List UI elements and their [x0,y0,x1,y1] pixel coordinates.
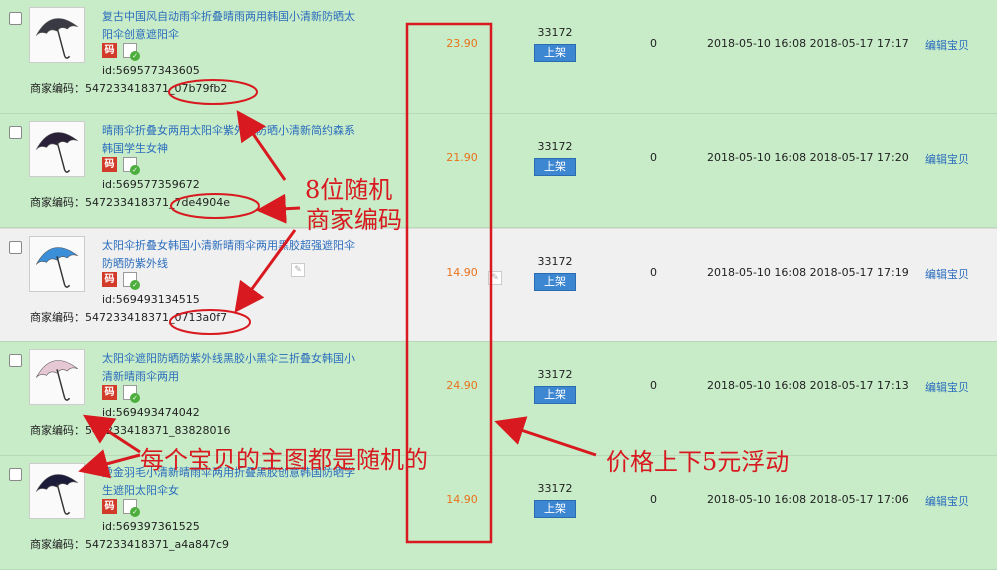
umbrella-image-icon [30,350,84,404]
time-range: 2018-05-10 16:08 2018-05-17 17:06 [707,493,909,506]
time-range: 2018-05-10 16:08 2018-05-17 17:13 [707,379,909,392]
product-title-link[interactable]: 烫金羽毛小清新晴雨伞两用折叠黑胶创意韩国防晒学生遮阳太阳伞女 [102,464,360,500]
product-id: id:569397361525 [102,520,200,533]
product-title-link[interactable]: 晴雨伞折叠女两用太阳伞紫外线防晒小清新简约森系韩国学生女神 [102,122,360,158]
stock-count: 33172 [537,368,573,381]
umbrella-image-icon [30,8,84,62]
code-badge: 码 [102,157,117,172]
product-id: id:569493134515 [102,293,200,306]
time-range: 2018-05-10 16:08 2018-05-17 17:17 [707,37,909,50]
sold-count: 0 [650,493,657,506]
product-price: 21.90 [446,151,478,164]
time-range: 2018-05-10 16:08 2018-05-17 17:19 [707,266,909,279]
time-range: 2018-05-10 16:08 2018-05-17 17:20 [707,151,909,164]
product-thumbnail[interactable] [29,121,85,177]
umbrella-image-icon [30,122,84,176]
product-badges: 码 [102,499,140,517]
merchant-code: 商家编码：547233418371_a4a847c9 [30,538,230,551]
edit-title-icon[interactable]: ✎ [291,263,305,277]
product-title-link[interactable]: 太阳伞折叠女韩国小清新晴雨伞两用黑胶超强遮阳伞防晒防紫外线 [102,237,360,273]
product-badges: 码 [102,157,140,175]
list-on-shelf-button[interactable]: 上架 [534,158,576,176]
product-thumbnail[interactable] [29,463,85,519]
umbrella-image-icon [30,464,84,518]
stock-count: 33172 [537,255,573,268]
row-checkbox[interactable] [9,12,22,25]
code-badge: 码 [102,272,117,287]
product-price: 24.90 [446,379,478,392]
verified-doc-icon [123,43,140,61]
product-badges: 码 [102,385,140,403]
product-thumbnail[interactable] [29,236,85,292]
row-checkbox[interactable] [9,354,22,367]
edit-item-link[interactable]: 编辑宝贝 [925,266,969,282]
sold-count: 0 [650,379,657,392]
verified-doc-icon [123,157,140,175]
list-on-shelf-button[interactable]: 上架 [534,500,576,518]
product-thumbnail[interactable] [29,349,85,405]
merchant-code: 商家编码：547233418371_7de4904e [30,196,230,209]
sold-count: 0 [650,37,657,50]
merchant-code: 商家编码：547233418371_07b79fb2 [30,82,228,95]
verified-doc-icon [123,272,140,290]
code-badge: 码 [102,43,117,58]
merchant-code: 商家编码：547233418371_83828016 [30,424,231,437]
product-title-link[interactable]: 太阳伞遮阳防晒防紫外线黑胶小黑伞三折叠女韩国小清新晴雨伞两用 [102,350,360,386]
stock-count: 33172 [537,482,573,495]
verified-doc-icon [123,499,140,517]
list-on-shelf-button[interactable]: 上架 [534,44,576,62]
product-price: 23.90 [446,37,478,50]
row-checkbox[interactable] [9,241,22,254]
stock-count: 33172 [537,140,573,153]
table-row: 烫金羽毛小清新晴雨伞两用折叠黑胶创意韩国防晒学生遮阳太阳伞女 码 id:5693… [0,456,997,570]
edit-item-link[interactable]: 编辑宝贝 [925,493,969,509]
row-checkbox[interactable] [9,468,22,481]
edit-item-link[interactable]: 编辑宝贝 [925,379,969,395]
product-id: id:569493474042 [102,406,200,419]
stock-count: 33172 [537,26,573,39]
product-price: 14.90 [446,266,478,279]
edit-item-link[interactable]: 编辑宝贝 [925,151,969,167]
table-row: 太阳伞遮阳防晒防紫外线黑胶小黑伞三折叠女韩国小清新晴雨伞两用 码 id:5694… [0,342,997,456]
sold-count: 0 [650,151,657,164]
product-title-link[interactable]: 复古中国风自动雨伞折叠晴雨两用韩国小清新防晒太阳伞创意遮阳伞 [102,8,360,44]
product-price: 14.90 [446,493,478,506]
sold-count: 0 [650,266,657,279]
product-thumbnail[interactable] [29,7,85,63]
row-checkbox[interactable] [9,126,22,139]
verified-doc-icon [123,385,140,403]
product-id: id:569577359672 [102,178,200,191]
code-badge: 码 [102,385,117,400]
product-id: id:569577343605 [102,64,200,77]
merchant-code: 商家编码：547233418371_0713a0f7 [30,311,228,324]
code-badge: 码 [102,499,117,514]
table-row: 太阳伞折叠女韩国小清新晴雨伞两用黑胶超强遮阳伞防晒防紫外线 码 id:56949… [0,228,997,342]
edit-price-icon[interactable]: ✎ [488,271,502,285]
edit-item-link[interactable]: 编辑宝贝 [925,37,969,53]
table-row: 复古中国风自动雨伞折叠晴雨两用韩国小清新防晒太阳伞创意遮阳伞 码 id:5695… [0,0,997,114]
list-on-shelf-button[interactable]: 上架 [534,273,576,291]
product-badges: 码 [102,43,140,61]
list-on-shelf-button[interactable]: 上架 [534,386,576,404]
product-badges: 码 [102,272,140,290]
table-row: 晴雨伞折叠女两用太阳伞紫外线防晒小清新简约森系韩国学生女神 码 id:56957… [0,114,997,228]
umbrella-image-icon [30,237,84,291]
